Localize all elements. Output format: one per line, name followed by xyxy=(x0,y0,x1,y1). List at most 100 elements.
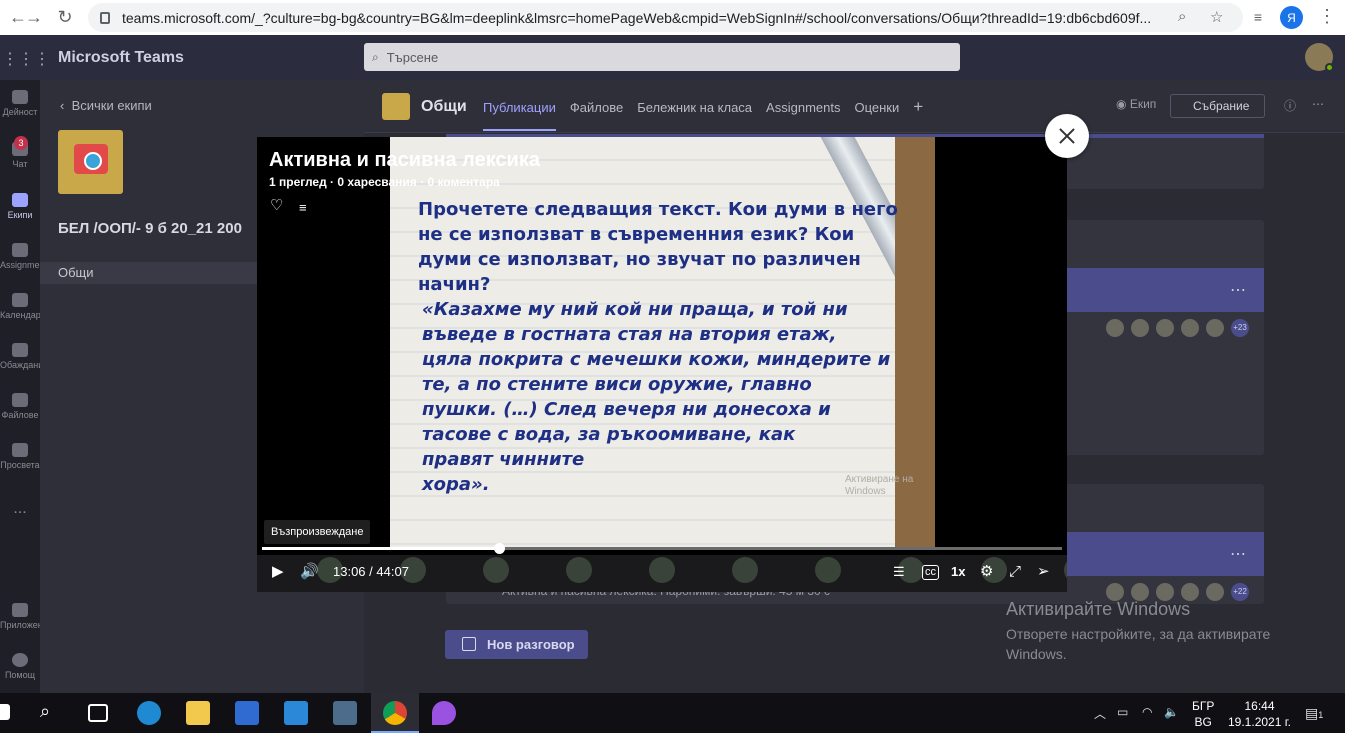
user-avatar[interactable] xyxy=(1305,43,1334,72)
task-view-icon[interactable] xyxy=(88,704,108,722)
participant-thumbnail xyxy=(483,557,509,583)
address-bar[interactable]: teams.microsoft.com/_?culture=bg-bg&coun… xyxy=(88,3,1243,32)
seek-bar[interactable] xyxy=(262,543,1062,554)
bell-icon xyxy=(12,90,28,104)
all-teams-link[interactable]: ‹ Всички екипи xyxy=(60,98,152,113)
video-title: Активна и пасивна лексика xyxy=(269,149,540,171)
book-icon xyxy=(12,443,28,457)
info-icon[interactable]: ⓘ xyxy=(1284,97,1296,114)
rail-item-chat[interactable]: 3 Чат xyxy=(0,136,40,169)
notification-icon[interactable]: ▤1 xyxy=(1305,705,1323,722)
file-icon xyxy=(12,393,28,407)
teams-header: ⋮⋮⋮ Microsoft Teams ⌕ Търсене xyxy=(0,35,1345,80)
app-launcher-icon[interactable]: ⋮⋮⋮ xyxy=(2,49,50,68)
start-icon[interactable] xyxy=(0,704,10,720)
seek-bar-fill xyxy=(262,547,499,550)
phone-icon xyxy=(12,343,28,357)
tab-assignments[interactable]: Assignments xyxy=(766,100,840,131)
language-indicator[interactable]: БГР BG xyxy=(1192,698,1214,730)
zoom-icon[interactable]: ⌕ xyxy=(1178,8,1186,25)
mail-icon[interactable] xyxy=(284,701,308,725)
more-options-icon[interactable]: ⋯ xyxy=(1312,97,1324,111)
fullscreen-icon[interactable]: ⤢ xyxy=(1009,563,1021,581)
app-rail: Дейност 3 Чат Екипи Assignments Календар … xyxy=(0,80,53,693)
close-video-button[interactable] xyxy=(1045,114,1089,158)
time-separator: / xyxy=(369,564,373,579)
chevron-up-icon[interactable]: ︿ xyxy=(1094,705,1106,722)
seek-handle[interactable] xyxy=(493,543,505,554)
forward-icon[interactable]: → xyxy=(22,5,46,29)
star-icon[interactable]: ☆ xyxy=(1210,8,1223,26)
system-clock[interactable]: 16:44 19.1.2021 г. xyxy=(1228,698,1291,730)
reload-icon[interactable]: ↻ xyxy=(53,5,77,29)
tab-posts[interactable]: Публикации xyxy=(483,100,556,131)
video-frame[interactable]: Прочетете следващия текст. Кои думи в не… xyxy=(390,137,935,547)
browser-menu-icon[interactable]: ⋮ xyxy=(1318,6,1336,27)
participant-thumbnail xyxy=(566,557,592,583)
paint3d-icon[interactable] xyxy=(432,701,456,725)
wifi-icon[interactable]: ◠ xyxy=(1142,705,1152,719)
speed-button[interactable]: 1x xyxy=(951,563,965,581)
avatar xyxy=(1156,319,1174,337)
captions-icon[interactable]: cc xyxy=(922,565,939,580)
avatar xyxy=(1106,319,1124,337)
settings-icon[interactable]: ⚙ xyxy=(980,563,993,581)
share-icon[interactable]: ➢ xyxy=(1037,563,1050,581)
time-display: 13:06 / 44:07 xyxy=(333,564,409,579)
tab-grades[interactable]: Оценки xyxy=(854,100,899,131)
rail-item-assignments[interactable]: Assignments xyxy=(0,243,52,270)
search-icon: ⌕ xyxy=(372,49,379,64)
rail-item-calls[interactable]: Обаждания xyxy=(0,343,48,370)
search-placeholder: Търсене xyxy=(386,49,439,65)
team-name: БЕЛ /ООП/- 9 б 20_21 200 xyxy=(58,220,242,237)
meet-button[interactable]: Събрание xyxy=(1170,94,1265,118)
add-tab-button[interactable]: + xyxy=(913,97,923,131)
post-more-icon[interactable]: ⋯ xyxy=(1230,544,1247,564)
compose-icon xyxy=(462,637,476,651)
team-logo-small xyxy=(382,93,410,120)
rail-item-calendar[interactable]: Календар xyxy=(0,293,41,320)
rail-item-files[interactable]: Файлове xyxy=(0,393,40,420)
more-participants[interactable]: +23 xyxy=(1231,319,1249,337)
video-player[interactable]: Прочетете следващия текст. Кои думи в не… xyxy=(257,137,1067,592)
tab-class-notebook[interactable]: Бележник на класа xyxy=(637,100,752,131)
calendar-icon xyxy=(12,293,28,307)
speaker-icon[interactable]: 🔈 xyxy=(1164,705,1179,719)
rail-more-button[interactable]: ... xyxy=(0,500,40,518)
rail-item-activity[interactable]: Дейност xyxy=(0,90,40,117)
tab-files[interactable]: Файлове xyxy=(570,100,623,131)
team-button[interactable]: ◉ Екип xyxy=(1116,97,1156,111)
browser-toolbar: ← → ↻ teams.microsoft.com/_?culture=bg-b… xyxy=(0,0,1345,35)
calculator-icon[interactable] xyxy=(333,701,357,725)
search-input[interactable]: ⌕ Търсене xyxy=(364,43,960,71)
volume-icon[interactable]: 🔊 xyxy=(300,563,319,581)
edge-icon[interactable] xyxy=(137,701,161,725)
file-explorer-icon[interactable] xyxy=(186,701,210,725)
help-icon xyxy=(12,653,28,667)
add-to-queue-icon[interactable]: ≡ xyxy=(299,200,307,215)
duration: 44:07 xyxy=(376,564,409,579)
profile-avatar[interactable]: Я xyxy=(1280,6,1303,29)
post-more-icon[interactable]: ⋯ xyxy=(1230,280,1247,300)
play-icon[interactable]: ▶ xyxy=(272,563,284,581)
slide-text: Прочетете следващия текст. Кои думи в не… xyxy=(418,199,898,495)
rail-item-help[interactable]: Помощ xyxy=(0,653,40,680)
rail-item-prosveta[interactable]: Просвета xyxy=(0,443,40,470)
heart-icon[interactable]: ♡ xyxy=(270,198,286,213)
chapters-icon[interactable]: ☰ xyxy=(893,563,905,581)
battery-icon[interactable]: ▭ xyxy=(1117,705,1128,719)
taskbar-active-chrome[interactable] xyxy=(371,693,419,733)
participant-thumbnail xyxy=(649,557,675,583)
eye-icon: ◉ xyxy=(1116,97,1130,111)
video-watermark: Активиране на Windows xyxy=(845,474,914,497)
assignments-icon xyxy=(12,243,28,257)
team-logo xyxy=(58,130,123,194)
reading-list-icon[interactable]: ≡ xyxy=(1246,5,1270,29)
rail-item-teams[interactable]: Екипи xyxy=(0,193,40,220)
search-taskbar-icon[interactable]: ⌕ xyxy=(40,701,64,725)
rail-item-apps[interactable]: Приложения xyxy=(0,603,53,630)
app-title: Microsoft Teams xyxy=(58,49,184,66)
new-conversation-button[interactable]: Нов разговор xyxy=(445,630,588,659)
store-icon[interactable] xyxy=(235,701,259,725)
chat-badge: 3 xyxy=(14,136,28,150)
